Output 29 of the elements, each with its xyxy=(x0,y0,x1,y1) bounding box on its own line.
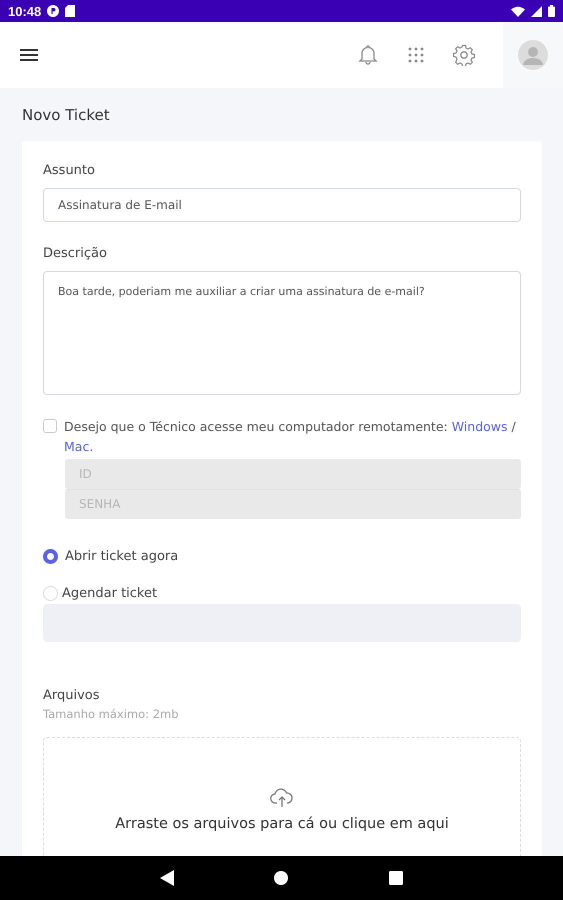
menu-icon[interactable] xyxy=(20,48,38,62)
field-label: Assunto xyxy=(43,163,96,178)
link[interactable]: Windows xyxy=(452,419,508,434)
bell-icon[interactable] xyxy=(357,44,379,66)
radio-label: Agendar ticket xyxy=(62,586,158,601)
checkbox[interactable] xyxy=(43,419,57,433)
battery-icon xyxy=(548,5,555,17)
link[interactable]: Mac. xyxy=(64,439,94,454)
remote-access-text: Desejo que o Técnico acesse meu computador remotamente: Windows / Mac. xyxy=(64,418,517,456)
avatar-icon[interactable] xyxy=(518,40,548,70)
radio-button[interactable] xyxy=(43,549,58,564)
settings-icon[interactable] xyxy=(453,44,475,66)
hint-text: Tamanho máximo: 2mb xyxy=(43,707,180,721)
status-time: 10:48 xyxy=(8,4,42,18)
subject-field[interactable]: Assinatura de E-mail xyxy=(43,188,521,222)
sd-card-icon xyxy=(65,5,76,17)
page-title: Novo Ticket xyxy=(22,106,111,126)
field-label: Descrição xyxy=(43,246,108,261)
back-icon[interactable] xyxy=(160,870,174,886)
wifi-icon xyxy=(511,6,525,16)
field-label: Arquivos xyxy=(43,688,101,703)
description-field[interactable]: Boa tarde, poderiam me auxiliar a criar uma assinatura de e-mail? xyxy=(43,271,521,395)
radio-label: Abrir ticket agora xyxy=(65,549,178,564)
home-icon[interactable] xyxy=(273,870,290,886)
recents-icon[interactable] xyxy=(389,871,404,885)
cloud-upload-icon xyxy=(270,788,294,808)
apps-grid-icon[interactable] xyxy=(407,46,425,64)
notification-icon xyxy=(47,5,60,17)
signal-icon xyxy=(531,6,542,16)
